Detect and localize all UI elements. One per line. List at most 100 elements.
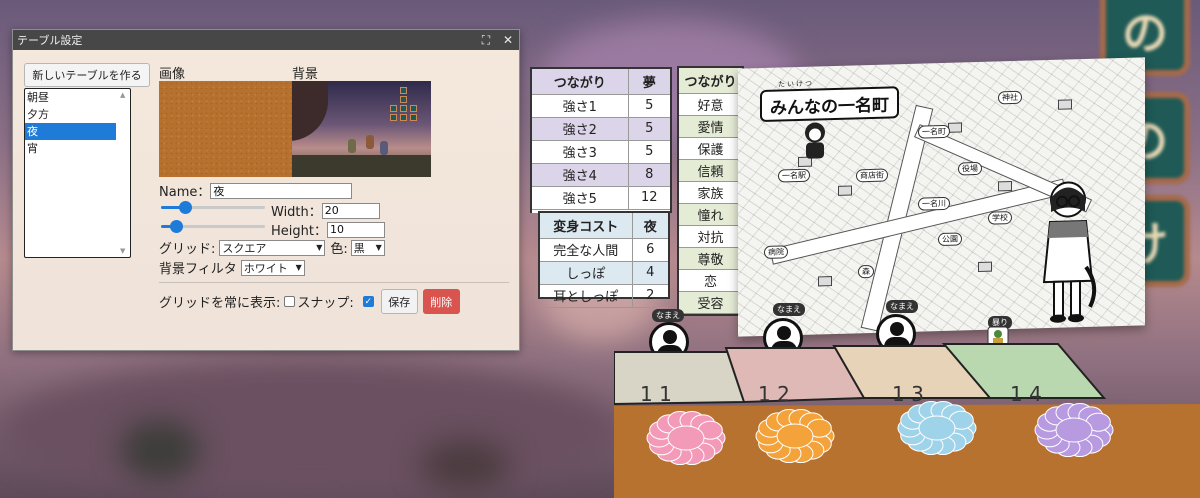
bg-figure (420, 440, 510, 490)
avatar-head (890, 322, 904, 336)
table-list-item[interactable]: 朝昼 (25, 89, 116, 106)
flower-token[interactable] (897, 400, 977, 456)
flower-center (918, 415, 956, 441)
map-house (838, 185, 852, 196)
thumb-figure (380, 141, 388, 155)
dialog-titlebar[interactable]: テーブル設定 ⛶ ✕ (13, 30, 519, 50)
flower-center (667, 425, 705, 451)
table-list-item[interactable]: 夕方 (25, 106, 116, 123)
filter-select[interactable]: ホワイト ▼ (240, 259, 305, 276)
new-table-button[interactable]: 新しいテーブルを作る (24, 63, 150, 87)
thumb-tile (400, 105, 407, 112)
table-cell: 8 (627, 163, 670, 187)
thumb-tree (292, 81, 328, 141)
thumb-ground (292, 155, 431, 177)
flower-token[interactable] (1034, 402, 1114, 458)
color-select[interactable]: 黒 ▼ (350, 239, 385, 256)
width-slider[interactable] (161, 199, 265, 215)
flower-token[interactable] (755, 408, 835, 464)
table-cell: 憧れ (679, 203, 742, 226)
table-image-preview[interactable] (159, 81, 293, 177)
table-cell: 5 (627, 94, 670, 118)
thumb-tile (390, 105, 397, 112)
always-show-grid-checkbox[interactable] (284, 296, 296, 307)
chevron-down-icon: ▼ (375, 243, 382, 252)
map-label: 公園 (938, 232, 962, 247)
color-label: 色: (330, 242, 348, 257)
table-cell: 6 (631, 238, 668, 262)
table-header: つながり (532, 69, 628, 95)
thumb-figure (366, 135, 374, 149)
thumb-tile (400, 96, 407, 103)
table-cell: 強さ1 (532, 94, 628, 118)
map-label: 神社 (998, 90, 1022, 105)
table-header: 夢 (627, 69, 670, 95)
height-input[interactable] (326, 221, 385, 238)
width-input[interactable] (321, 202, 380, 219)
table-cell: 12 (627, 186, 670, 210)
table-list[interactable]: 朝昼 夕方 夜 宵 ▲ ▼ (24, 88, 131, 258)
grid-row: グリッド: スクエア ▼ 色: 黒 ▼ (159, 238, 385, 257)
table-header: 夜 (631, 213, 668, 239)
table-cell: 5 (627, 140, 670, 164)
board-cards: 1 1 1 2 1 3 1 4 (640, 382, 1070, 406)
scroll-down-icon[interactable]: ▼ (120, 247, 125, 255)
map-title: みんなの一名町 (760, 86, 899, 123)
flower-center (1055, 417, 1093, 443)
options-row: グリッドを常に表示: スナップ: ✓ 保存 削除 (159, 289, 460, 314)
height-slider[interactable] (161, 218, 265, 234)
filter-label: 背景フィルタ (159, 262, 237, 277)
chevron-down-icon: ▼ (316, 243, 323, 252)
background-image-preview[interactable] (292, 81, 431, 177)
map-label: 一名駅 (778, 168, 810, 183)
table-cell: 家族 (679, 181, 742, 204)
table-header: つながり (679, 68, 742, 94)
table-cell: 4 (631, 261, 668, 285)
table-cell: 対抗 (679, 225, 742, 248)
snap-checkbox[interactable]: ✓ (362, 296, 374, 307)
board-card-number: 1 3 (892, 382, 924, 406)
table-list-item-selected[interactable]: 夜 (25, 123, 116, 140)
table-cell: 強さ2 (532, 117, 628, 141)
map-label: 一名町 (918, 124, 950, 139)
bg-figure (120, 420, 200, 480)
flower-token[interactable] (646, 410, 726, 466)
flower-center (776, 423, 814, 449)
table-cell: 5 (627, 117, 670, 141)
grid-select[interactable]: スクエア ▼ (219, 239, 326, 256)
table-settings-dialog: テーブル設定 ⛶ ✕ 新しいテーブルを作る 朝昼 夕方 夜 宵 ▲ ▼ 画像 背… (12, 29, 520, 351)
game-board[interactable] (614, 340, 1200, 498)
list-scrollbar[interactable]: ▲ ▼ (119, 91, 129, 255)
table-cell: 2 (631, 284, 668, 308)
close-icon[interactable]: ✕ (497, 33, 519, 47)
dialog-title: テーブル設定 (17, 34, 83, 47)
bg-ground (0, 360, 620, 498)
maximize-icon[interactable]: ⛶ (475, 33, 497, 48)
delete-button[interactable]: 削除 (422, 289, 460, 314)
divider (159, 282, 509, 283)
board-card-number: 1 2 (758, 382, 790, 406)
table-list-item[interactable]: 宵 (25, 140, 116, 157)
thumb-tile (410, 114, 417, 121)
map-label: 商店街 (856, 168, 888, 183)
board-card-number: 1 4 (1010, 382, 1042, 406)
map-label: 役場 (958, 161, 982, 176)
table-cell: 強さ3 (532, 140, 628, 164)
slider-knob[interactable] (170, 220, 184, 233)
name-label: Name： (159, 185, 211, 200)
chevron-down-icon: ▼ (295, 263, 302, 272)
slider-knob[interactable] (179, 201, 193, 214)
height-label: Height： (271, 224, 327, 239)
scroll-up-icon[interactable]: ▲ (120, 91, 125, 99)
width-label: Width： (271, 205, 322, 220)
town-map-card[interactable]: たいけつ みんなの一名町 一名町 一名駅 商店街 学校 神社 公園 病院 一名川… (738, 57, 1145, 337)
name-input[interactable] (210, 182, 353, 199)
table-cell: 好意 (679, 93, 742, 116)
table-cell: 強さ4 (532, 163, 628, 187)
map-house (948, 122, 962, 133)
token-name-tag: なまえ (886, 300, 918, 313)
bond-list: つながり 好意 愛情 保護 信頼 家族 憧れ 対抗 尊敬 恋 受容 (677, 66, 744, 316)
save-button[interactable]: 保存 (380, 289, 418, 314)
always-show-grid-label: グリッドを常に表示: (159, 296, 281, 311)
cost-table: 変身コスト 夜 完全な人間 6 しっぽ 4 耳としっぽ 2 (538, 211, 670, 308)
